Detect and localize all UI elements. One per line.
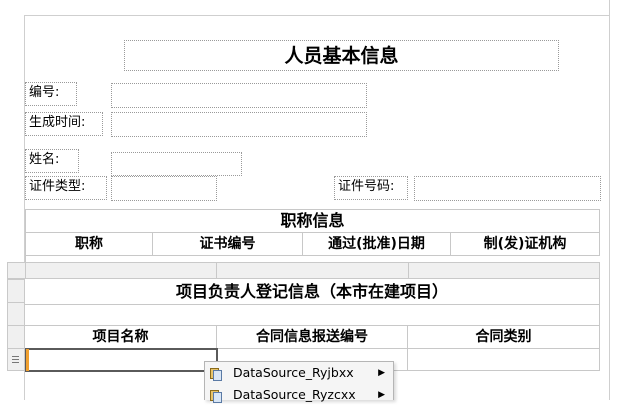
row-handle-divider [7,302,25,303]
column-handle-divider [216,263,217,279]
submenu-arrow-icon: ▶ [378,390,385,400]
title-info-table: 职称信息 职称 证书编号 通过(批准)日期 制(发)证机构 [25,209,600,264]
created-time-label[interactable]: 生成时间: [25,112,103,136]
selected-cell-marker [26,349,29,371]
name-label[interactable]: 姓名: [25,149,79,173]
number-label[interactable]: 编号: [25,82,77,106]
detail-row-grip-icon [12,356,19,363]
menu-item-datasource-ryzcxx[interactable]: DataSource_Ryzcxx ▶ [205,384,393,406]
menu-item-label: DataSource_Ryjbxx [233,365,354,380]
column-header-title[interactable]: 职称 [26,233,153,256]
column-handle-divider [408,263,409,279]
page-border-right-top [600,15,610,16]
number-field[interactable] [111,83,367,108]
datasource-icon [210,388,222,403]
selected-cell[interactable] [25,348,218,372]
field-context-menu: DataSource_Ryjbxx ▶ DataSource_Ryzcxx ▶ [204,361,394,403]
id-number-label[interactable]: 证件号码: [334,176,408,200]
row-handle-divider [7,325,25,326]
project-heading[interactable]: 项目负责人登记信息（本市在建项目） [25,279,600,305]
id-type-field[interactable] [111,176,217,201]
report-title[interactable]: 人员基本信息 [124,40,559,71]
tablix-column-handles[interactable] [7,262,600,279]
project-blank-row[interactable] [25,305,600,326]
page-border-top [24,15,610,16]
column-header-issuing-authority[interactable]: 制(发)证机构 [451,233,600,256]
id-type-label[interactable]: 证件类型: [25,176,107,200]
column-header-project-name[interactable]: 项目名称 [25,326,217,349]
column-header-approval-date[interactable]: 通过(批准)日期 [303,233,451,256]
name-field[interactable] [111,152,242,176]
submenu-arrow-icon: ▶ [378,368,385,378]
datasource-icon [210,366,222,381]
column-header-certificate-number[interactable]: 证书编号 [153,233,303,256]
menu-item-datasource-ryjbxx[interactable]: DataSource_Ryjbxx ▶ [205,362,393,384]
column-handle-divider [25,263,26,279]
created-time-field[interactable] [111,112,367,137]
page-border-right [609,0,610,400]
id-number-field[interactable] [414,176,601,201]
column-header-contract-type[interactable]: 合同类别 [408,326,600,349]
title-info-heading[interactable]: 职称信息 [26,210,600,233]
column-header-contract-number[interactable]: 合同信息报送编号 [217,326,408,349]
row-handle-divider [7,348,25,349]
detail-cell-contract-type[interactable] [408,349,600,371]
